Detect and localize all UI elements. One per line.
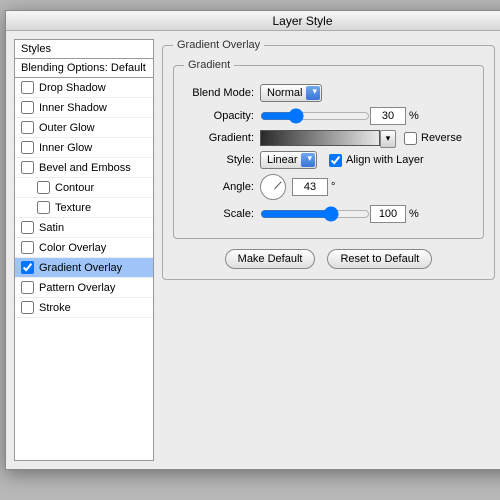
gradient-subgroup: Gradient Blend Mode: Normal Opacity: %	[173, 59, 484, 239]
style-checkbox[interactable]	[21, 81, 34, 94]
style-checkbox[interactable]	[37, 181, 50, 194]
style-item-bevel-and-emboss[interactable]: Bevel and Emboss	[15, 158, 153, 178]
style-item-stroke[interactable]: Stroke	[15, 298, 153, 318]
scale-slider[interactable]	[260, 206, 370, 222]
gradient-picker[interactable]	[260, 130, 380, 146]
opacity-input[interactable]	[370, 107, 406, 125]
style-label: Inner Shadow	[39, 102, 107, 114]
dialog-title: Layer Style	[6, 11, 500, 31]
style-checkbox[interactable]	[21, 261, 34, 274]
style-label: Outer Glow	[39, 122, 95, 134]
angle-label: Angle:	[184, 181, 254, 193]
style-checkbox[interactable]	[21, 241, 34, 254]
blending-options[interactable]: Blending Options: Default	[15, 59, 153, 78]
scale-label: Scale:	[184, 208, 254, 220]
style-label: Color Overlay	[39, 242, 106, 254]
style-item-texture[interactable]: Texture	[15, 198, 153, 218]
opacity-row: Opacity: %	[184, 107, 473, 125]
opacity-pct: %	[409, 110, 419, 122]
gradient-row: Gradient: Reverse	[184, 130, 473, 146]
style-checkbox[interactable]	[21, 161, 34, 174]
style-item-pattern-overlay[interactable]: Pattern Overlay	[15, 278, 153, 298]
opacity-slider[interactable]	[260, 108, 370, 124]
blend-mode-row: Blend Mode: Normal	[184, 84, 473, 102]
angle-input[interactable]	[292, 178, 328, 196]
style-checkbox[interactable]	[21, 121, 34, 134]
style-item-color-overlay[interactable]: Color Overlay	[15, 238, 153, 258]
style-label: Gradient Overlay	[39, 262, 122, 274]
styles-header[interactable]: Styles	[15, 40, 153, 59]
opacity-label: Opacity:	[184, 110, 254, 122]
angle-deg: °	[331, 181, 335, 193]
style-label: Style:	[184, 154, 254, 166]
style-checkbox[interactable]	[21, 301, 34, 314]
style-label: Stroke	[39, 302, 71, 314]
make-default-button[interactable]: Make Default	[225, 249, 316, 269]
gradient-swatch[interactable]	[260, 130, 380, 146]
style-checkbox[interactable]	[21, 141, 34, 154]
group-legend: Gradient Overlay	[173, 39, 264, 51]
blend-mode-select[interactable]: Normal	[260, 84, 322, 102]
scale-input[interactable]	[370, 205, 406, 223]
style-item-gradient-overlay[interactable]: Gradient Overlay	[15, 258, 153, 278]
style-item-inner-shadow[interactable]: Inner Shadow	[15, 98, 153, 118]
style-checkbox[interactable]	[21, 101, 34, 114]
style-select[interactable]: Linear	[260, 151, 317, 169]
style-label: Pattern Overlay	[39, 282, 115, 294]
scale-row: Scale: %	[184, 205, 473, 223]
style-checkbox[interactable]	[37, 201, 50, 214]
default-buttons: Make Default Reset to Default	[173, 249, 484, 269]
align-label: Align with Layer	[346, 154, 424, 166]
reset-default-button[interactable]: Reset to Default	[327, 249, 432, 269]
style-label: Drop Shadow	[39, 82, 106, 94]
align-checkbox[interactable]	[329, 154, 342, 167]
styles-list: Drop Shadow Inner Shadow Outer Glow Inner G…	[15, 78, 153, 318]
styles-panel: Styles Blending Options: Default Drop Sh…	[14, 39, 154, 461]
scale-pct: %	[409, 208, 419, 220]
blend-mode-label: Blend Mode:	[184, 87, 254, 99]
style-label: Contour	[55, 182, 94, 194]
angle-row: Angle: °	[184, 174, 473, 200]
style-item-outer-glow[interactable]: Outer Glow	[15, 118, 153, 138]
layer-style-dialog: Layer Style Styles Blending Options: Def…	[5, 10, 500, 470]
style-item-drop-shadow[interactable]: Drop Shadow	[15, 78, 153, 98]
gradient-label: Gradient:	[184, 132, 254, 144]
style-checkbox[interactable]	[21, 281, 34, 294]
style-label: Satin	[39, 222, 64, 234]
gradient-overlay-group: Gradient Overlay Gradient Blend Mode: No…	[162, 39, 495, 280]
angle-dial[interactable]	[260, 174, 286, 200]
style-item-inner-glow[interactable]: Inner Glow	[15, 138, 153, 158]
settings-panel: Gradient Overlay Gradient Blend Mode: No…	[162, 39, 495, 461]
style-row: Style: Linear Align with Layer	[184, 151, 473, 169]
style-label: Bevel and Emboss	[39, 162, 131, 174]
subgroup-legend: Gradient	[184, 59, 234, 71]
style-label: Inner Glow	[39, 142, 92, 154]
reverse-checkbox[interactable]	[404, 132, 417, 145]
style-item-satin[interactable]: Satin	[15, 218, 153, 238]
style-item-contour[interactable]: Contour	[15, 178, 153, 198]
style-checkbox[interactable]	[21, 221, 34, 234]
dialog-content: Styles Blending Options: Default Drop Sh…	[6, 31, 500, 469]
style-label: Texture	[55, 202, 91, 214]
reverse-label: Reverse	[421, 132, 462, 144]
